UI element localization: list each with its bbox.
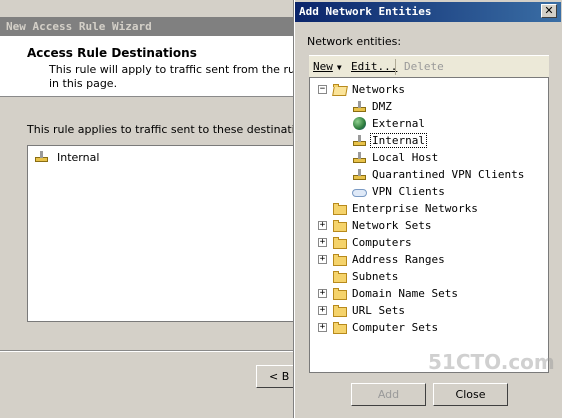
destination-item-label: Internal — [57, 150, 100, 164]
network-icon — [34, 150, 50, 164]
network-icon — [352, 134, 368, 148]
access-rule-wizard: New Access Rule Wizard Access Rule Desti… — [0, 0, 345, 418]
edit-label: Edit... — [351, 60, 398, 73]
open-folder-icon — [332, 83, 348, 97]
tree-item-dmz[interactable]: DMZ — [352, 98, 392, 115]
edit-button[interactable]: Edit... — [351, 60, 397, 73]
tree-item-label: External — [372, 117, 425, 130]
tree-item-computer-sets[interactable]: + Computer Sets — [318, 319, 438, 336]
tree-item-label: Computers — [352, 236, 412, 249]
network-entities-label: Network entities: — [307, 35, 402, 48]
tree-item-address-ranges[interactable]: + Address Ranges — [318, 251, 445, 268]
network-icon — [352, 168, 368, 182]
tree-item-quarantined-vpn-clients[interactable]: Quarantined VPN Clients — [352, 166, 524, 183]
tree-item-label: Local Host — [372, 151, 439, 164]
close-button[interactable]: Close — [433, 383, 508, 406]
folder-icon — [332, 304, 348, 318]
folder-icon — [332, 202, 348, 216]
tree-item-label: Enterprise Networks — [352, 202, 478, 215]
folder-icon — [332, 270, 348, 284]
wizard-titlebar: New Access Rule Wizard — [0, 17, 300, 36]
destinations-label: This rule applies to traffic sent to the… — [27, 123, 318, 136]
tree-item-subnets[interactable]: Subnets — [318, 268, 398, 285]
tree-item-label: Domain Name Sets — [352, 287, 458, 300]
tree-item-label: Subnets — [352, 270, 399, 283]
tree-item-label: URL Sets — [352, 304, 405, 317]
new-label: New — [313, 60, 333, 73]
globe-icon — [352, 116, 368, 131]
add-button[interactable]: Add — [351, 383, 426, 406]
expand-icon[interactable]: + — [318, 221, 327, 230]
toolbar-separator — [395, 59, 396, 75]
expand-icon[interactable]: + — [318, 255, 327, 264]
tree-item-label: DMZ — [372, 100, 392, 113]
expand-icon[interactable]: + — [318, 306, 327, 315]
tree-item-computers[interactable]: + Computers — [318, 234, 412, 251]
tree-item-label: Internal — [370, 133, 427, 148]
watermark: 51CTO.com — [428, 350, 555, 374]
tree-item-label: Network Sets — [352, 219, 432, 232]
destinations-list[interactable]: Internal — [27, 145, 300, 322]
tree-item-url-sets[interactable]: + URL Sets — [318, 302, 405, 319]
dropdown-arrow-icon: ▼ — [336, 63, 342, 72]
tree-item-label: Address Ranges — [352, 253, 445, 266]
folder-icon — [332, 321, 348, 335]
vpn-cloud-icon — [352, 185, 368, 199]
tree-item-external[interactable]: External — [352, 115, 425, 132]
entities-toolbar: New ▼ Edit... Delete — [309, 55, 549, 78]
tree-item-label: Networks — [352, 83, 405, 96]
tree-item-network-sets[interactable]: + Network Sets — [318, 217, 431, 234]
tree-item-local-host[interactable]: Local Host — [352, 149, 438, 166]
network-icon — [352, 151, 368, 165]
folder-icon — [332, 219, 348, 233]
folder-icon — [332, 236, 348, 250]
network-icon — [352, 100, 368, 114]
destination-item[interactable]: Internal — [34, 150, 99, 164]
tree-item-label: Quarantined VPN Clients — [372, 168, 525, 181]
close-icon[interactable]: ✕ — [541, 4, 557, 18]
expand-icon[interactable]: + — [318, 323, 327, 332]
new-menu-button[interactable]: New ▼ — [313, 60, 342, 73]
delete-button[interactable]: Delete — [404, 60, 444, 73]
expand-icon[interactable]: + — [318, 289, 327, 298]
dialog-title: Add Network Entities — [299, 5, 432, 18]
tree-item-label: Computer Sets — [352, 321, 439, 334]
tree-item-networks[interactable]: − Networks — [318, 81, 405, 98]
dialog-titlebar: Add Network Entities ✕ — [295, 2, 561, 22]
tree-item-enterprise-networks[interactable]: Enterprise Networks — [318, 200, 478, 217]
folder-icon — [332, 287, 348, 301]
tree-item-domain-name-sets[interactable]: + Domain Name Sets — [318, 285, 458, 302]
expand-icon[interactable]: + — [318, 238, 327, 247]
tree-item-label: VPN Clients — [372, 185, 445, 198]
wizard-header: Access Rule Destinations This rule will … — [0, 36, 345, 97]
tree-item-internal[interactable]: Internal — [352, 132, 427, 149]
wizard-heading: Access Rule Destinations — [27, 46, 197, 60]
folder-icon — [332, 253, 348, 267]
wizard-divider — [0, 350, 300, 352]
collapse-icon[interactable]: − — [318, 85, 327, 94]
tree-item-vpn-clients[interactable]: VPN Clients — [352, 183, 445, 200]
network-entities-tree[interactable]: − Networks DMZ External Internal Local H… — [309, 77, 549, 373]
